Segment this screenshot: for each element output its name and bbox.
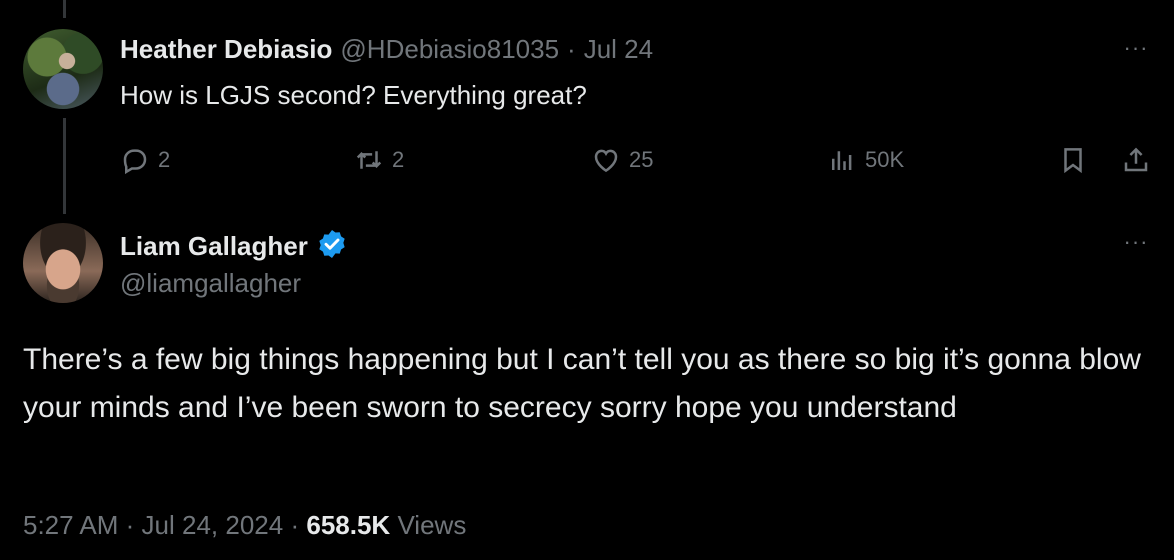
views-label: Views: [397, 510, 467, 540]
avatar[interactable]: [23, 223, 103, 303]
tweet-meta: 5:27 AM · Jul 24, 2024 · 658.5K Views: [23, 510, 466, 541]
views-button[interactable]: 50K: [827, 140, 904, 180]
views-count: 658.5K: [306, 510, 391, 540]
thread-line-top: [63, 0, 66, 18]
more-options-icon[interactable]: ···: [1118, 37, 1154, 59]
verified-badge-icon[interactable]: [316, 228, 348, 265]
tweet-text: There’s a few big things happening but I…: [23, 343, 1141, 424]
views-count: 50K: [865, 147, 905, 172]
like-button[interactable]: 25: [591, 140, 653, 180]
heart-icon: [594, 149, 618, 173]
share-icon: [1124, 147, 1148, 172]
repost-count: 2: [392, 147, 405, 172]
share-button[interactable]: [1121, 140, 1151, 180]
tweet-time[interactable]: 5:27 AM: [23, 510, 118, 540]
separator: ·: [290, 510, 300, 540]
thread-line: [63, 118, 66, 214]
tweet-header: Liam Gallagher: [120, 228, 348, 265]
tweet-header: Heather Debiasio @HDebiasio81035 · Jul 2…: [120, 34, 653, 65]
bookmark-icon: [1064, 148, 1082, 174]
separator: ·: [125, 510, 135, 540]
repost-icon: [356, 151, 382, 169]
reply-button[interactable]: 2: [120, 140, 170, 180]
reply-icon: [123, 149, 147, 175]
reply-count: 2: [158, 147, 171, 172]
display-name[interactable]: Liam Gallagher: [120, 231, 308, 262]
avatar[interactable]: [23, 29, 103, 109]
tweet-date[interactable]: Jul 24, 2024: [142, 510, 284, 540]
display-name[interactable]: Heather Debiasio: [120, 34, 332, 65]
like-count: 25: [629, 147, 654, 172]
more-options-icon[interactable]: ···: [1118, 231, 1154, 253]
tweet-date[interactable]: Jul 24: [584, 34, 653, 65]
handle[interactable]: @HDebiasio81035: [340, 34, 559, 65]
separator: ·: [567, 34, 576, 64]
repost-button[interactable]: 2: [354, 140, 404, 180]
tweet-actions: 2 2 25 50K: [118, 140, 1158, 180]
analytics-icon: [832, 151, 852, 170]
bookmark-button[interactable]: [1058, 140, 1088, 180]
handle[interactable]: @liamgallagher: [120, 268, 301, 299]
tweet-text: How is LGJS second? Everything great?: [120, 80, 587, 110]
